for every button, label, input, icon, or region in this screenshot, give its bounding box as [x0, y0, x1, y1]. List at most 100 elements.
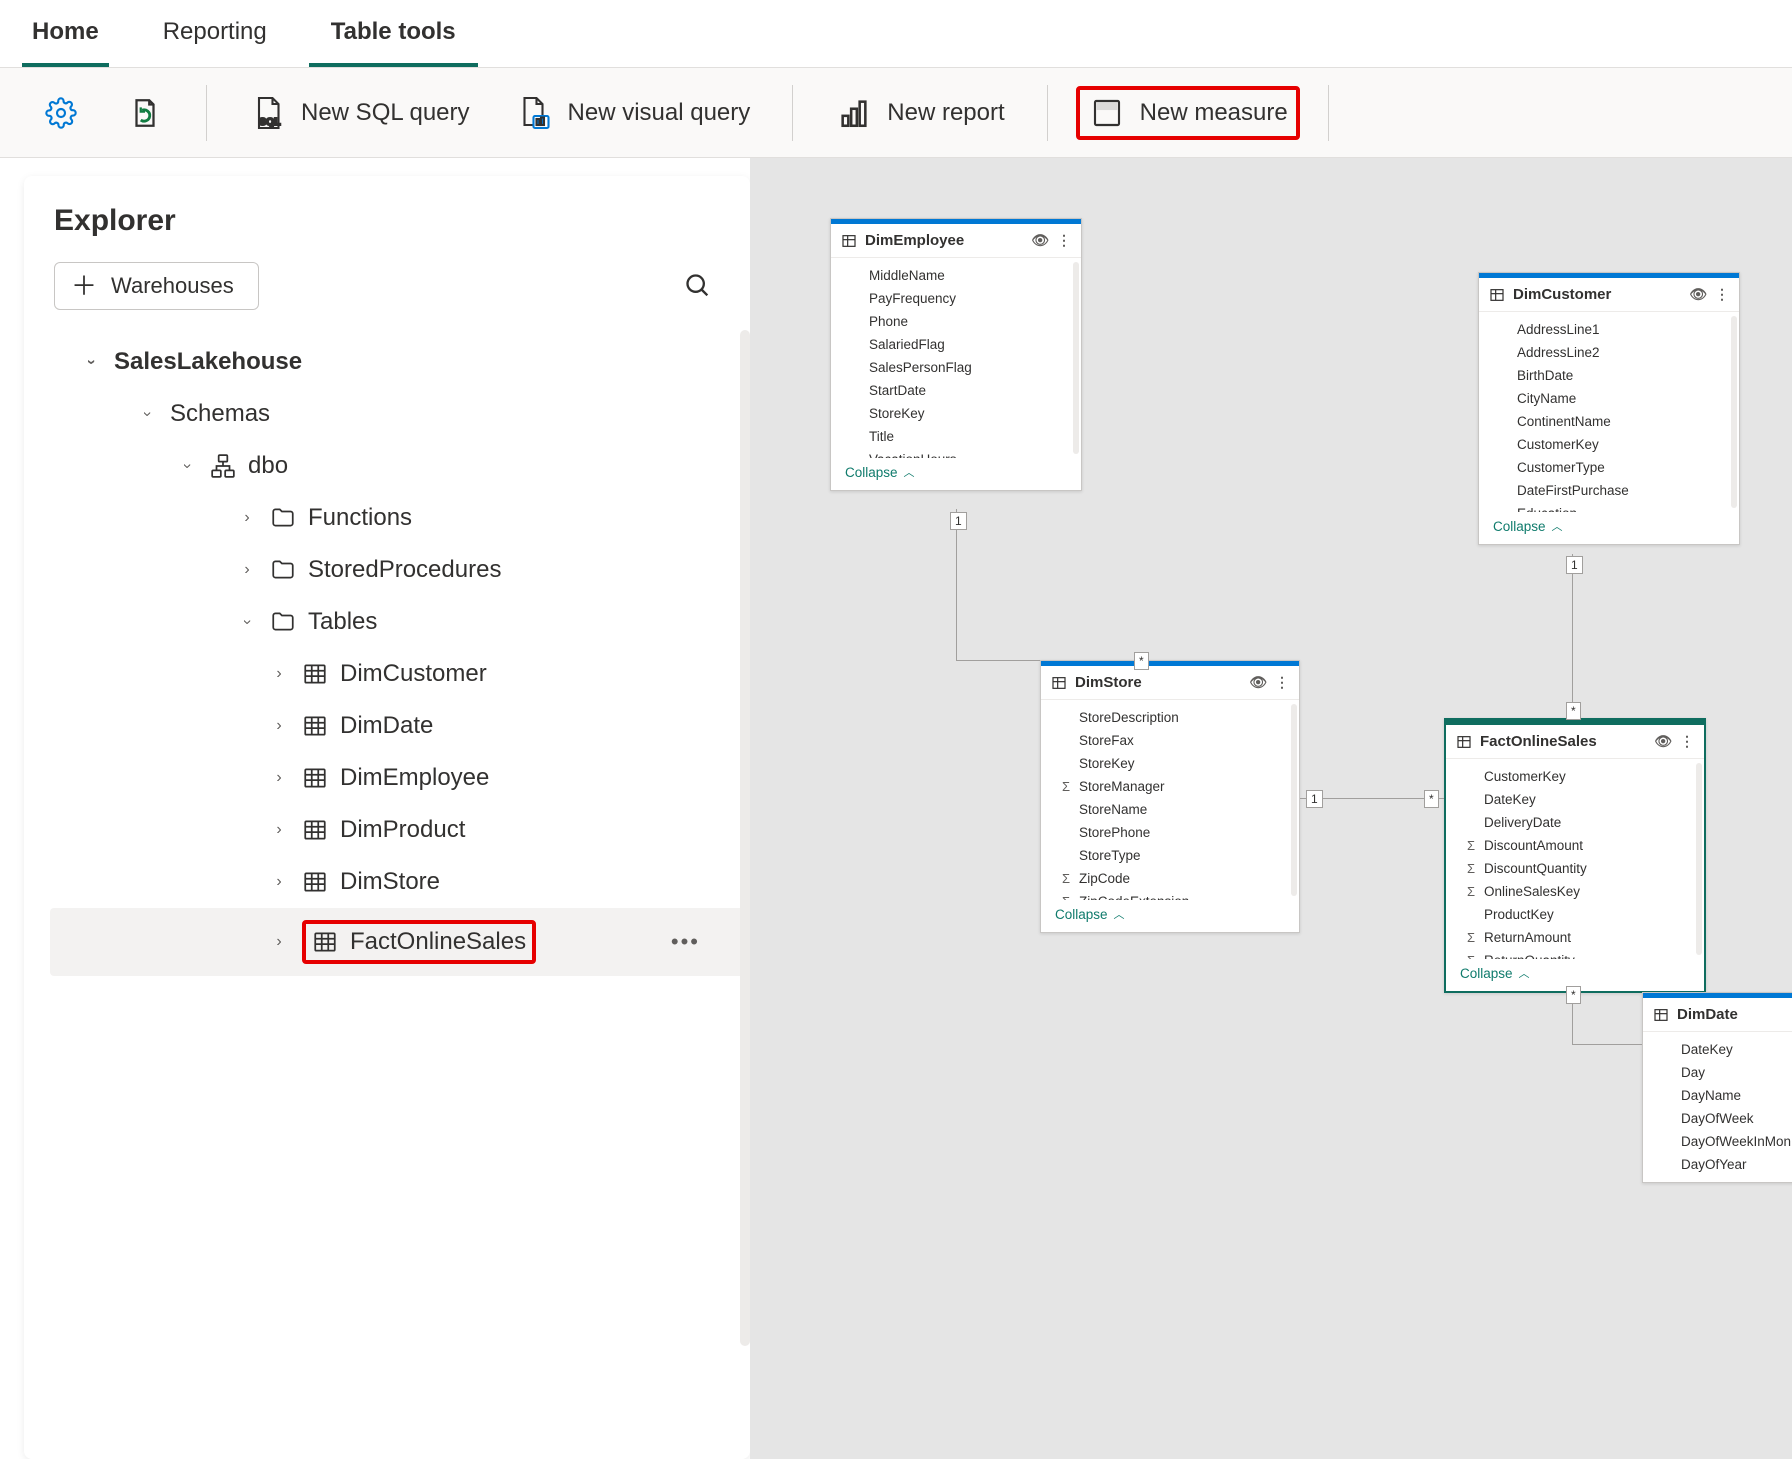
new-visual-query-button[interactable]: New visual query [502, 84, 765, 142]
field: StoreName [1041, 798, 1299, 821]
settings-button[interactable] [28, 84, 94, 142]
field: DayOfYear [1643, 1153, 1792, 1176]
visibility-icon[interactable]: 👁 [1654, 733, 1672, 750]
collapse-link[interactable]: Collapse︿ [831, 458, 1081, 490]
field: DayName [1643, 1084, 1792, 1107]
tab-home[interactable]: Home [0, 0, 131, 67]
card-menu-icon[interactable]: ⋮ [1057, 232, 1071, 249]
new-visual-label: New visual query [568, 99, 751, 127]
schema-icon [210, 453, 236, 479]
scrollbar[interactable] [1731, 316, 1737, 508]
tree-functions[interactable]: › Functions [50, 492, 750, 544]
scrollbar[interactable] [740, 330, 750, 1346]
field: StoreDescription [1041, 706, 1299, 729]
search-icon [684, 272, 712, 300]
card-dimcustomer[interactable]: DimCustomer 👁 ⋮ AddressLine1 AddressLine… [1478, 272, 1740, 545]
card-factonlinesales[interactable]: FactOnlineSales 👁 ⋮ CustomerKey DateKey … [1444, 718, 1706, 993]
table-icon [841, 233, 857, 249]
chevron-right-icon: › [268, 933, 290, 951]
chevron-right-icon: › [268, 821, 290, 839]
new-report-button[interactable]: New report [821, 84, 1018, 142]
table-icon [302, 713, 328, 739]
tab-tabletools[interactable]: Table tools [299, 0, 488, 67]
field: AddressLine1 [1479, 318, 1739, 341]
more-icon[interactable]: ••• [671, 929, 700, 955]
new-sql-query-button[interactable]: SQL New SQL query [235, 84, 484, 142]
card-dimstore[interactable]: DimStore 👁 ⋮ StoreDescription StoreFax S… [1040, 660, 1300, 933]
cardinality-many: * [1566, 986, 1581, 1004]
cardinality-many: * [1566, 702, 1581, 720]
scrollbar[interactable] [1291, 704, 1297, 896]
field: BirthDate [1479, 364, 1739, 387]
field: CustomerKey [1446, 765, 1704, 788]
tree-tables[interactable]: › Tables [50, 596, 750, 648]
tree-table-dimstore[interactable]: › DimStore [50, 856, 750, 908]
chevron-right-icon: › [268, 873, 290, 891]
cardinality-1: 1 [1306, 790, 1323, 808]
visibility-icon[interactable]: 👁 [1689, 286, 1707, 303]
visibility-icon[interactable]: 👁 [1031, 232, 1049, 249]
tree-storedprocedures[interactable]: › StoredProcedures [50, 544, 750, 596]
scrollbar[interactable] [1696, 763, 1702, 955]
field: CustomerKey [1479, 433, 1739, 456]
tree-schemas[interactable]: › Schemas [50, 388, 750, 440]
card-dimemployee[interactable]: DimEmployee 👁 ⋮ MiddleName PayFrequency … [830, 218, 1082, 491]
field: DateKey [1643, 1038, 1792, 1061]
relationship-line [1572, 1044, 1642, 1045]
cardinality-1: 1 [950, 512, 967, 530]
warehouses-button[interactable]: ＋ Warehouses [54, 262, 259, 310]
field: ΣZipCodeExtension [1041, 890, 1299, 900]
field: VacationHours [831, 448, 1081, 458]
visibility-icon[interactable]: 👁 [1249, 674, 1267, 691]
chevron-right-icon: › [268, 717, 290, 735]
chevron-down-icon: › [178, 455, 196, 477]
field: SalariedFlag [831, 333, 1081, 356]
field: Day [1643, 1061, 1792, 1084]
field: SalesPersonFlag [831, 356, 1081, 379]
field: DeliveryDate [1446, 811, 1704, 834]
collapse-link[interactable]: Collapse︿ [1041, 900, 1299, 932]
refresh-button[interactable] [112, 84, 178, 142]
field: StartDate [831, 379, 1081, 402]
field: ContinentName [1479, 410, 1739, 433]
card-menu-icon[interactable]: ⋮ [1680, 733, 1694, 750]
scrollbar[interactable] [1073, 262, 1079, 454]
card-menu-icon[interactable]: ⋮ [1715, 286, 1729, 303]
svg-text:SQL: SQL [259, 116, 281, 128]
tab-row: Home Reporting Table tools [0, 0, 1792, 68]
explorer-tree: › SalesLakehouse › Schemas › dbo › Funct… [24, 330, 750, 1459]
table-icon [302, 765, 328, 791]
tree-table-factonlinesales[interactable]: › FactOnlineSales ••• [50, 908, 750, 976]
tree-table-dimemployee[interactable]: › DimEmployee [50, 752, 750, 804]
tree-table-dimcustomer[interactable]: › DimCustomer [50, 648, 750, 700]
folder-icon [270, 557, 296, 583]
tree-dbo[interactable]: › dbo [50, 440, 750, 492]
field: AddressLine2 [1479, 341, 1739, 364]
field: StoreType [1041, 844, 1299, 867]
card-dimdate[interactable]: DimDate DateKey Day DayName DayOfWeek Da… [1642, 992, 1792, 1183]
table-icon [1489, 287, 1505, 303]
explorer-title: Explorer [24, 204, 750, 262]
field: DateKey [1446, 788, 1704, 811]
card-menu-icon[interactable]: ⋮ [1275, 674, 1289, 691]
new-measure-button[interactable]: New measure [1076, 86, 1300, 140]
tab-reporting[interactable]: Reporting [131, 0, 299, 67]
field: ProductKey [1446, 903, 1704, 926]
field: DateFirstPurchase [1479, 479, 1739, 502]
sql-icon: SQL [249, 94, 287, 132]
table-icon [302, 869, 328, 895]
separator [206, 85, 207, 141]
search-button[interactable] [676, 264, 720, 308]
relationship-line [956, 509, 957, 661]
collapse-link[interactable]: Collapse︿ [1479, 512, 1739, 544]
chevron-right-icon: › [268, 665, 290, 683]
field: ΣStoreManager [1041, 775, 1299, 798]
field: StorePhone [1041, 821, 1299, 844]
field: ΣDiscountQuantity [1446, 857, 1704, 880]
model-canvas[interactable]: DimEmployee 👁 ⋮ MiddleName PayFrequency … [750, 158, 1792, 1459]
tree-table-dimdate[interactable]: › DimDate [50, 700, 750, 752]
tree-root-saleslakehouse[interactable]: › SalesLakehouse [50, 336, 750, 388]
tree-table-dimproduct[interactable]: › DimProduct [50, 804, 750, 856]
report-icon [835, 94, 873, 132]
new-measure-label: New measure [1140, 99, 1288, 127]
